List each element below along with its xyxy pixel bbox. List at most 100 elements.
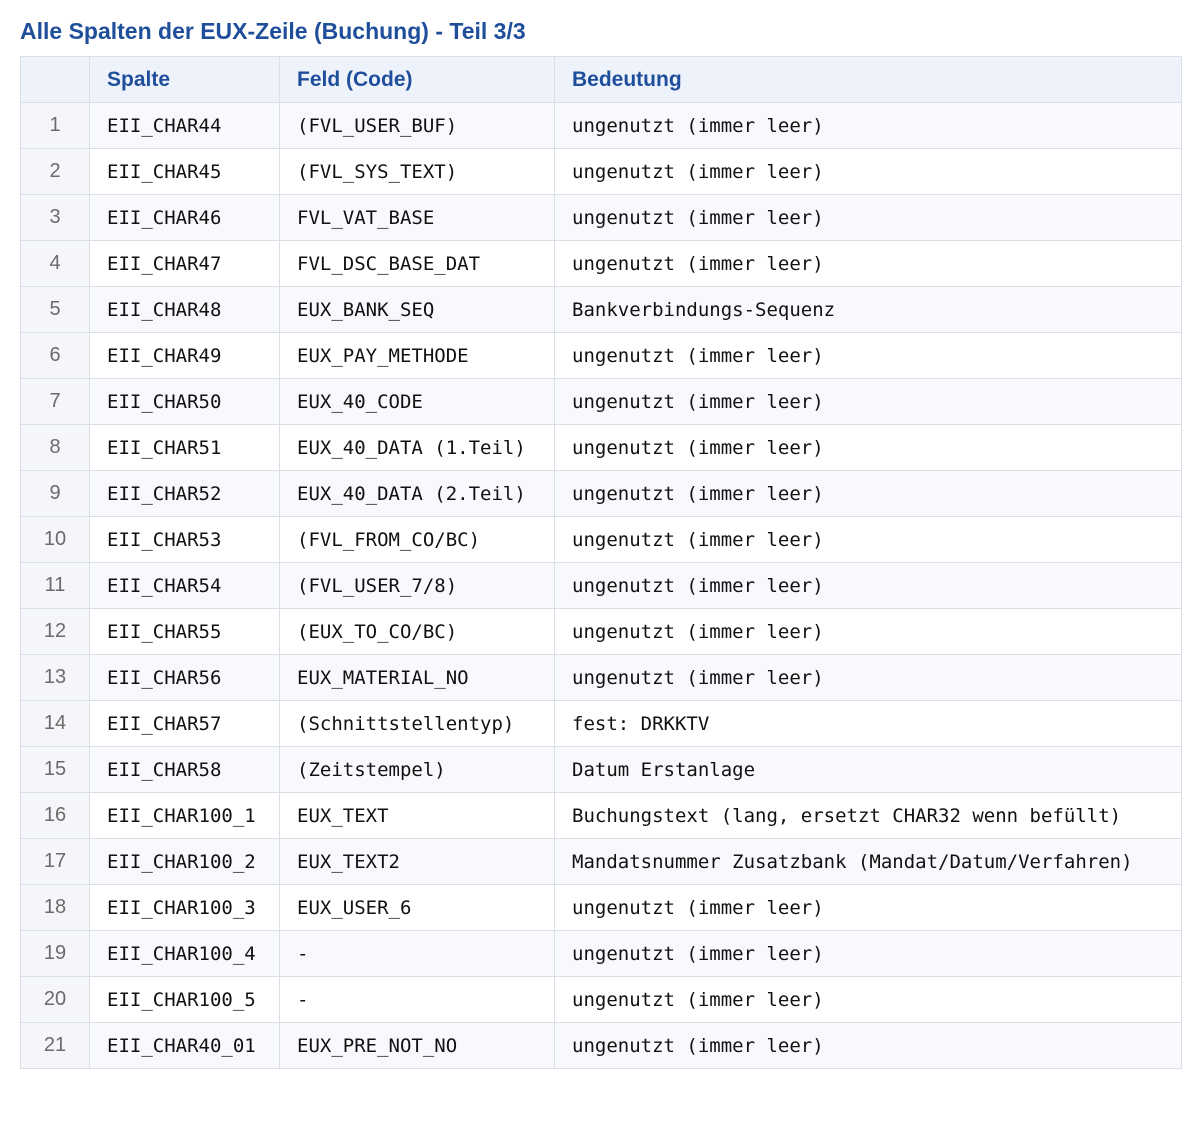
cell-index: 5 — [20, 286, 90, 333]
cell-spalte: EII_CHAR40_01 — [89, 1022, 280, 1069]
cell-bedeutung: ungenutzt (immer leer) — [554, 930, 1182, 977]
cell-spalte: EII_CHAR49 — [89, 332, 280, 379]
cell-spalte: EII_CHAR54 — [89, 562, 280, 609]
cell-feld: (FVL_FROM_CO/BC) — [279, 516, 555, 563]
cell-spalte: EII_CHAR55 — [89, 608, 280, 655]
cell-spalte: EII_CHAR57 — [89, 700, 280, 747]
cell-feld: (Schnittstellentyp) — [279, 700, 555, 747]
cell-spalte: EII_CHAR46 — [89, 194, 280, 241]
cell-bedeutung: ungenutzt (immer leer) — [554, 470, 1182, 517]
cell-index: 21 — [20, 1022, 90, 1069]
cell-spalte: EII_CHAR56 — [89, 654, 280, 701]
cell-spalte: EII_CHAR100_4 — [89, 930, 280, 977]
table-row: 14 EII_CHAR57 (Schnittstellentyp) fest: DRK… — [20, 700, 1182, 747]
table-row: 1 EII_CHAR44 (FVL_USER_BUF) ungenutzt (imme… — [20, 102, 1182, 149]
cell-spalte: EII_CHAR100_5 — [89, 976, 280, 1023]
cell-bedeutung: ungenutzt (immer leer) — [554, 378, 1182, 425]
table-row: 19 EII_CHAR100_4- ungenutzt (immer leer) — [20, 930, 1182, 977]
cell-spalte: EII_CHAR44 — [89, 102, 280, 149]
table-row: 4 EII_CHAR47 FVL_DSC_BASE_DAT ungenutzt (im… — [20, 240, 1182, 287]
cell-index: 8 — [20, 424, 90, 471]
column-header-spalte: Spalte — [89, 56, 280, 103]
table-row: 8 EII_CHAR51 EUX_40_DATA (1.Teil) ungenutzt… — [20, 424, 1182, 471]
cell-spalte: EII_CHAR100_2 — [89, 838, 280, 885]
cell-feld: EUX_MATERIAL_NO — [279, 654, 555, 701]
cell-index: 4 — [20, 240, 90, 287]
cell-spalte: EII_CHAR45 — [89, 148, 280, 195]
cell-feld: EUX_40_CODE — [279, 378, 555, 425]
cell-feld: EUX_BANK_SEQ — [279, 286, 555, 333]
cell-bedeutung: ungenutzt (immer leer) — [554, 654, 1182, 701]
table-row: 18 EII_CHAR100_3 EUX_USER_6 ungenutzt (imme… — [20, 884, 1182, 931]
table-header-row: Spalte Feld (Code) Bedeutung — [20, 56, 1182, 103]
table-body: 1 EII_CHAR44 (FVL_USER_BUF) ungenutzt (imme… — [20, 102, 1182, 1069]
table-row: 6 EII_CHAR49 EUX_PAY_METHODE ungenutzt (imm… — [20, 332, 1182, 379]
cell-index: 13 — [20, 654, 90, 701]
cell-bedeutung: ungenutzt (immer leer) — [554, 148, 1182, 195]
cell-bedeutung: ungenutzt (immer leer) — [554, 976, 1182, 1023]
table-row: 13 EII_CHAR56 EUX_MATERIAL_NO ungenutzt (im… — [20, 654, 1182, 701]
table-row: 5 EII_CHAR48 EUX_BANK_SEQ Bankverbindungs-S… — [20, 286, 1182, 333]
cell-feld: FVL_DSC_BASE_DAT — [279, 240, 555, 287]
cell-feld: EUX_40_DATA (2.Teil) — [279, 470, 555, 517]
cell-spalte: EII_CHAR58 — [89, 746, 280, 793]
table-row: 17 EII_CHAR100_2 EUX_TEXT2 Mandatsnummer Zu… — [20, 838, 1182, 885]
cell-feld: EUX_PAY_METHODE — [279, 332, 555, 379]
cell-index: 12 — [20, 608, 90, 655]
cell-feld: EUX_PRE_NOT_NO — [279, 1022, 555, 1069]
cell-index: 14 — [20, 700, 90, 747]
columns-table: Spalte Feld (Code) Bedeutung 1 EII_CHAR44… — [20, 56, 1182, 1069]
cell-bedeutung: ungenutzt (immer leer) — [554, 608, 1182, 655]
cell-bedeutung: ungenutzt (immer leer) — [554, 102, 1182, 149]
cell-bedeutung: fest: DRKKTV — [554, 700, 1182, 747]
cell-index: 9 — [20, 470, 90, 517]
cell-bedeutung: Mandatsnummer Zusatzbank (Mandat/Datum/V… — [554, 838, 1182, 885]
cell-feld: (FVL_SYS_TEXT) — [279, 148, 555, 195]
cell-spalte: EII_CHAR47 — [89, 240, 280, 287]
cell-index: 1 — [20, 102, 90, 149]
table-row: 12 EII_CHAR55 (EUX_TO_CO/BC) ungenutzt (imm… — [20, 608, 1182, 655]
column-header-index — [20, 56, 90, 103]
cell-spalte: EII_CHAR100_1 — [89, 792, 280, 839]
cell-bedeutung: ungenutzt (immer leer) — [554, 332, 1182, 379]
cell-index: 7 — [20, 378, 90, 425]
cell-feld: - — [279, 976, 555, 1023]
cell-index: 6 — [20, 332, 90, 379]
cell-feld: (FVL_USER_7/8) — [279, 562, 555, 609]
cell-bedeutung: ungenutzt (immer leer) — [554, 240, 1182, 287]
cell-feld: - — [279, 930, 555, 977]
cell-spalte: EII_CHAR51 — [89, 424, 280, 471]
table-row: 20 EII_CHAR100_5- ungenutzt (immer leer) — [20, 976, 1182, 1023]
cell-feld: (Zeitstempel) — [279, 746, 555, 793]
cell-feld: FVL_VAT_BASE — [279, 194, 555, 241]
cell-bedeutung: ungenutzt (immer leer) — [554, 194, 1182, 241]
table-row: 2 EII_CHAR45 (FVL_SYS_TEXT) ungenutzt (imme… — [20, 148, 1182, 195]
cell-feld: EUX_USER_6 — [279, 884, 555, 931]
cell-index: 16 — [20, 792, 90, 839]
cell-feld: (FVL_USER_BUF) — [279, 102, 555, 149]
table-row: 16 EII_CHAR100_1 EUX_TEXT Buchungstext (lan… — [20, 792, 1182, 839]
table-row: 15 EII_CHAR58 (Zeitstempel) Datum Erstanlag… — [20, 746, 1182, 793]
cell-index: 18 — [20, 884, 90, 931]
cell-index: 3 — [20, 194, 90, 241]
cell-index: 2 — [20, 148, 90, 195]
table-row: 9 EII_CHAR52 EUX_40_DATA (2.Teil) ungenutzt… — [20, 470, 1182, 517]
table-row: 11 EII_CHAR54 (FVL_USER_7/8) ungenutzt (imm… — [20, 562, 1182, 609]
table-row: 3 EII_CHAR46 FVL_VAT_BASE ungenutzt (immer … — [20, 194, 1182, 241]
table-row: 21 EII_CHAR40_01 EUX_PRE_NOT_NO ungenutzt (… — [20, 1022, 1182, 1069]
cell-feld: EUX_TEXT — [279, 792, 555, 839]
cell-bedeutung: ungenutzt (immer leer) — [554, 562, 1182, 609]
cell-feld: (EUX_TO_CO/BC) — [279, 608, 555, 655]
cell-bedeutung: ungenutzt (immer leer) — [554, 1022, 1182, 1069]
cell-spalte: EII_CHAR53 — [89, 516, 280, 563]
cell-bedeutung: Buchungstext (lang, ersetzt CHAR32 wenn … — [554, 792, 1182, 839]
cell-bedeutung: Bankverbindungs-Sequenz — [554, 286, 1182, 333]
table-row: 7 EII_CHAR50 EUX_40_CODE ungenutzt (immer l… — [20, 378, 1182, 425]
cell-index: 17 — [20, 838, 90, 885]
cell-index: 10 — [20, 516, 90, 563]
cell-bedeutung: ungenutzt (immer leer) — [554, 516, 1182, 563]
cell-feld: EUX_TEXT2 — [279, 838, 555, 885]
column-header-feld: Feld (Code) — [279, 56, 555, 103]
cell-index: 15 — [20, 746, 90, 793]
cell-bedeutung: ungenutzt (immer leer) — [554, 424, 1182, 471]
